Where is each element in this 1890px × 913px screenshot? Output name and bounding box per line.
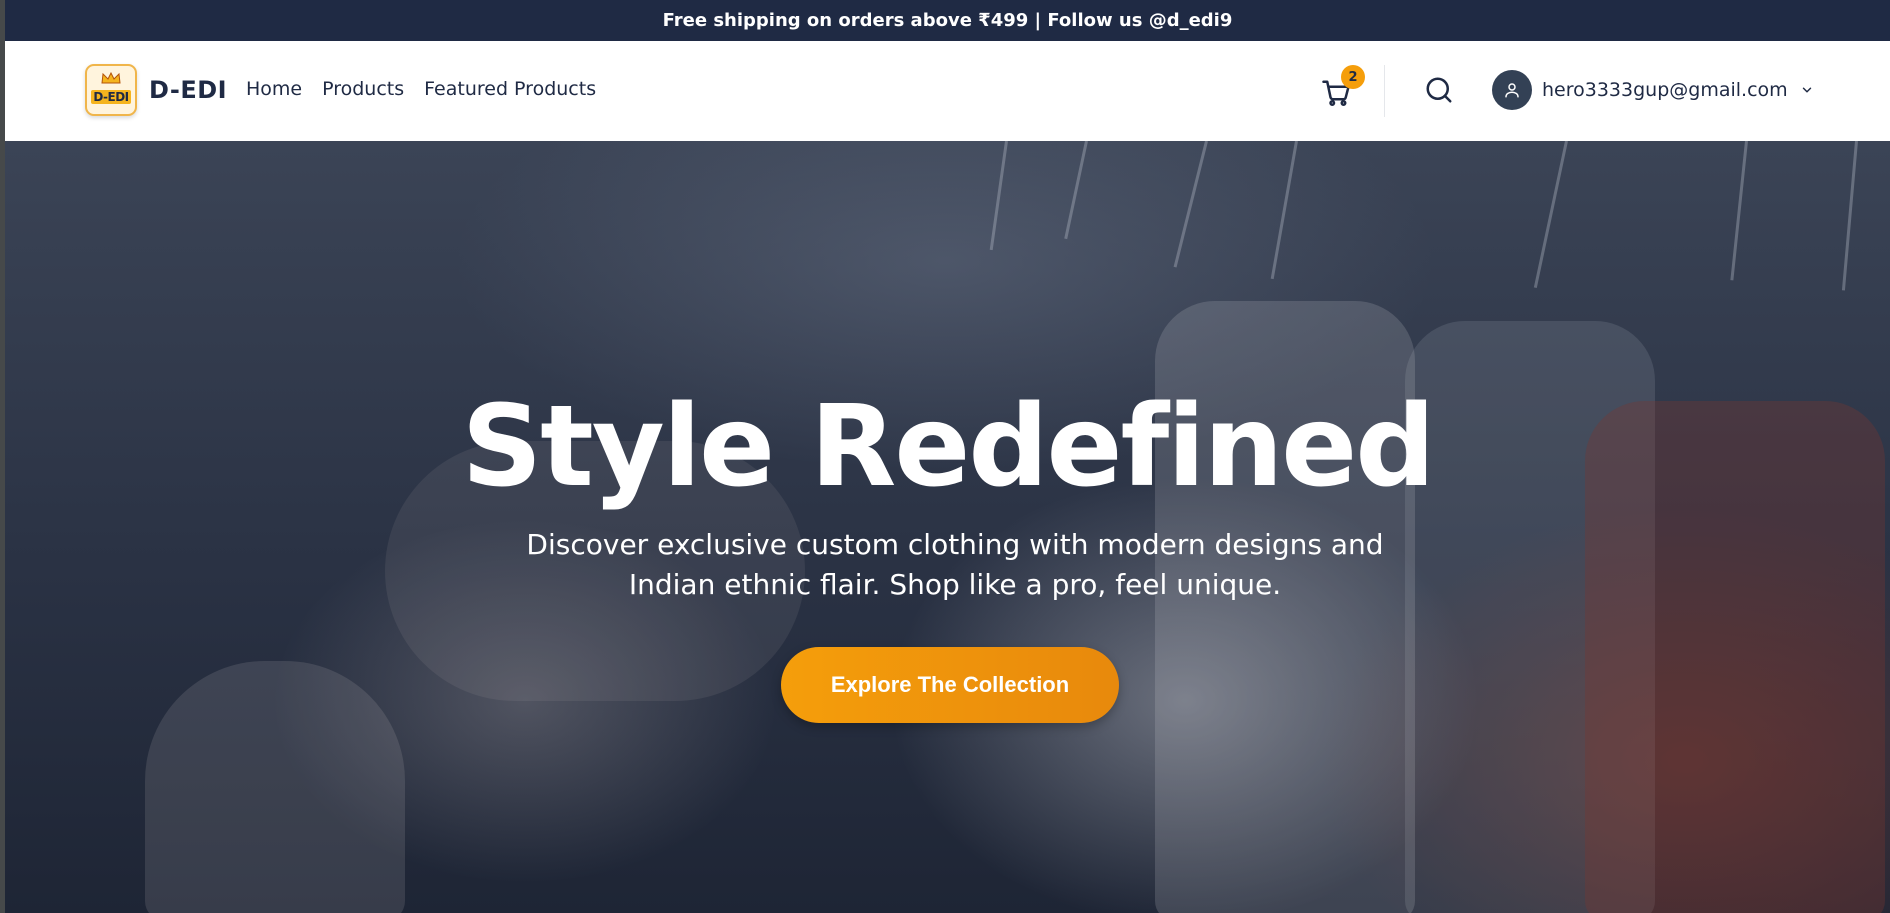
cart-count-badge: 2 <box>1341 65 1365 89</box>
account-menu[interactable]: hero3333gup@gmail.com <box>1492 70 1814 110</box>
nav-links: Home Products Featured Products <box>246 78 616 100</box>
nav-link-featured-products[interactable]: Featured Products <box>424 78 596 100</box>
announcement-text: Free shipping on orders above ₹499 | Fol… <box>662 10 1233 31</box>
garment-shape <box>145 661 405 913</box>
hero-subtitle: Discover exclusive custom clothing with … <box>526 528 1384 601</box>
logo[interactable]: D-EDI <box>85 64 137 116</box>
user-icon <box>1505 83 1519 98</box>
hanger <box>989 141 1008 251</box>
account-email[interactable]: hero3333gup@gmail.com <box>1542 79 1788 101</box>
search-icon <box>1426 77 1452 103</box>
hanger <box>1841 141 1858 291</box>
search-button[interactable] <box>1424 75 1456 107</box>
announcement-bar: Free shipping on orders above ₹499 | Fol… <box>5 0 1890 41</box>
page: Free shipping on orders above ₹499 | Fol… <box>5 0 1890 913</box>
brand[interactable]: D-EDI D-EDI <box>85 64 227 116</box>
explore-collection-button[interactable]: Explore The Collection <box>781 647 1119 723</box>
top-navbar: D-EDI D-EDI Home Products Featured Produ… <box>5 41 1890 141</box>
brand-name[interactable]: D-EDI <box>149 76 227 104</box>
hanger <box>1730 141 1748 281</box>
cart-button[interactable]: 2 <box>1321 65 1365 109</box>
chevron-down-icon[interactable] <box>1800 83 1814 97</box>
nav-divider <box>1384 65 1385 117</box>
hanger <box>1064 141 1088 240</box>
hero-title: Style Redefined <box>461 382 1436 512</box>
logo-text: D-EDI <box>91 90 131 104</box>
crown-icon <box>101 72 121 84</box>
nav-link-products[interactable]: Products <box>322 78 404 100</box>
hero-section: Style Redefined Discover exclusive custo… <box>5 141 1890 913</box>
nav-link-home[interactable]: Home <box>246 78 302 100</box>
hanger <box>1173 141 1208 268</box>
hanger <box>1270 141 1298 280</box>
hanger <box>1533 141 1568 289</box>
avatar[interactable] <box>1492 70 1532 110</box>
